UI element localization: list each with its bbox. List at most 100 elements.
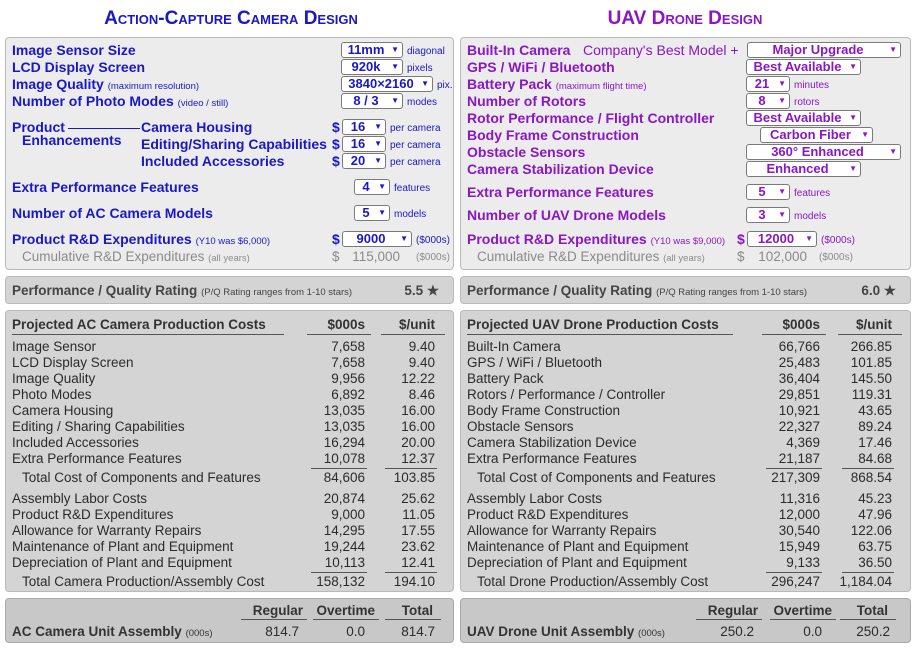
enhancement-select-0-value: 16 xyxy=(350,119,366,134)
cost-row-name: Image Quality xyxy=(12,371,96,386)
currency-symbol: $ xyxy=(332,136,340,152)
sum-underline xyxy=(311,572,367,573)
components-total-total: 217,309 xyxy=(771,470,820,485)
drone-camera-select[interactable]: Major Upgrade ▼ xyxy=(747,42,901,58)
drone-spec-select-6-value: Enhanced xyxy=(766,161,829,176)
components-total-name: Total Cost of Components and Features xyxy=(477,470,716,485)
drone-spec-select-6[interactable]: Enhanced ▼ xyxy=(746,161,861,177)
currency-symbol: $ xyxy=(332,231,340,247)
chevron-down-icon: ▼ xyxy=(849,113,857,122)
drone-spec-label-3: Rotor Performance / Flight Controller xyxy=(467,110,715,126)
drone-spec-select-0[interactable]: Best Available ▼ xyxy=(746,59,861,75)
chevron-down-icon: ▼ xyxy=(374,156,382,165)
enhancement-select-1[interactable]: 16 ▼ xyxy=(342,136,386,152)
camera-rd-select[interactable]: 9000 ▼ xyxy=(342,231,412,247)
sum-underline xyxy=(842,572,894,573)
drone-spec-select-3-value: Best Available xyxy=(753,110,842,125)
cost-row-name: Depreciation of Plant and Equipment xyxy=(12,555,232,570)
assembly-col-overtime: Overtime xyxy=(773,603,832,618)
star-icon: ★ xyxy=(883,283,896,298)
currency-symbol: $ xyxy=(332,119,340,135)
cost-row-per-unit: 122.06 xyxy=(850,523,892,538)
cost-row-per-unit: 16.00 xyxy=(401,403,435,418)
drone-spec-label-1: Battery Pack (maximum flight time) xyxy=(467,76,647,92)
drone-design-title: UAV Drone Design xyxy=(607,8,763,29)
cost-row-total: 10,113 xyxy=(324,555,365,570)
drone-models-unit: models xyxy=(794,211,827,222)
camera-rd-label: Product R&D Expenditures (Y10 was $6,000… xyxy=(12,231,271,247)
drone-spec-select-1-value: 21 xyxy=(754,76,770,91)
cost-row-per-unit: 25.62 xyxy=(401,491,435,506)
cost-row-per-unit: 89.24 xyxy=(858,419,892,434)
camera-spec-select-1[interactable]: 920k ▼ xyxy=(341,59,403,75)
cost-row-per-unit: 8.46 xyxy=(408,387,435,402)
cost-row-per-unit: 17.46 xyxy=(858,435,892,450)
drone-spec-select-4[interactable]: Carbon Fiber ▼ xyxy=(760,127,873,143)
camera-assembly-label: AC Camera Unit Assembly (000s) xyxy=(12,624,213,639)
cost-row-name: Product R&D Expenditures xyxy=(12,507,174,522)
cost-row-per-unit: 36.50 xyxy=(858,555,892,570)
cost-row-total: 25,483 xyxy=(778,355,820,370)
drone-extra-features-unit: features xyxy=(794,188,831,199)
chevron-down-icon: ▼ xyxy=(391,45,399,54)
cost-row-total: 21,187 xyxy=(778,451,820,466)
camera-spec-unit-1: pixels xyxy=(407,63,433,74)
drone-spec-select-1[interactable]: 21 ▼ xyxy=(746,76,790,92)
drone-spec-label-4: Body Frame Construction xyxy=(467,127,639,143)
assembly-total-value: 814.7 xyxy=(401,624,435,639)
camera-spec-select-3[interactable]: 8 / 3 ▼ xyxy=(341,93,403,109)
enhancement-unit-1: per camera xyxy=(390,140,441,151)
cost-row-per-unit: 23.62 xyxy=(401,539,435,554)
cost-row-total: 7,658 xyxy=(331,355,365,370)
camera-rd-unit: ($000s) xyxy=(416,235,450,246)
enhancement-select-0[interactable]: 16 ▼ xyxy=(342,119,386,135)
drone-spec-select-4-value: Carbon Fiber xyxy=(770,127,851,142)
cost-row-total: 7,658 xyxy=(331,339,365,354)
cost-row-name: LCD Display Screen xyxy=(12,355,134,370)
drone-extra-features-select[interactable]: 5 ▼ xyxy=(746,184,790,200)
chevron-down-icon: ▼ xyxy=(778,187,786,196)
drone-models-select[interactable]: 3 ▼ xyxy=(746,207,790,223)
drone-extra-features-label: Extra Performance Features xyxy=(467,184,654,200)
cost-row-total: 9,133 xyxy=(786,555,820,570)
enhancements-connector xyxy=(68,128,140,129)
cost-row-name: Product R&D Expenditures xyxy=(467,507,629,522)
grand-total-total: 296,247 xyxy=(771,574,820,589)
cost-row-per-unit: 9.40 xyxy=(408,355,435,370)
drone-rd-select[interactable]: 12000 ▼ xyxy=(747,231,817,247)
cost-row-per-unit: 63.75 xyxy=(858,539,892,554)
drone-cumulative-value: 102,000 xyxy=(758,249,807,264)
cost-row-total: 22,327 xyxy=(778,419,820,434)
grand-total-per-unit: 1,184.04 xyxy=(839,574,892,589)
cost-row-total: 14,295 xyxy=(323,523,365,538)
chevron-down-icon: ▼ xyxy=(849,164,857,173)
cost-row-per-unit: 17.55 xyxy=(401,523,435,538)
col-underline xyxy=(696,619,762,620)
enhancement-select-2[interactable]: 20 ▼ xyxy=(342,153,386,169)
drone-cumulative-label: Cumulative R&D Expenditures (all years) xyxy=(477,249,705,264)
drone-rating-label: Performance / Quality Rating (P/Q Rating… xyxy=(467,283,808,298)
camera-extra-features-select[interactable]: 4 ▼ xyxy=(354,179,390,195)
cost-row-name: Allowance for Warranty Repairs xyxy=(467,523,657,538)
camera-models-unit: models xyxy=(394,209,427,220)
drone-models-select-value: 3 xyxy=(758,207,766,222)
camera-models-select-value: 5 xyxy=(362,205,370,220)
cost-row-name: Assembly Labor Costs xyxy=(467,491,603,506)
cost-row-per-unit: 84.68 xyxy=(858,451,892,466)
camera-spec-select-2[interactable]: 3840×2160 ▼ xyxy=(341,76,433,92)
camera-models-select[interactable]: 5 ▼ xyxy=(354,205,390,221)
drone-spec-select-3[interactable]: Best Available ▼ xyxy=(746,110,861,126)
currency-symbol: $ xyxy=(737,231,745,247)
components-total-per-unit: 868.54 xyxy=(850,470,892,485)
cost-row-total: 29,851 xyxy=(778,387,820,402)
drone-spec-select-5[interactable]: 360° Enhanced ▼ xyxy=(746,144,901,160)
drone-costs-panel: Projected UAV Drone Production Costs $000… xyxy=(460,310,911,592)
cost-row-name: Camera Housing xyxy=(12,403,114,418)
cost-row-name: Extra Performance Features xyxy=(467,451,637,466)
assembly-total-value: 250.2 xyxy=(856,624,890,639)
drone-spec-select-2[interactable]: 8 ▼ xyxy=(746,93,790,109)
cost-row-name: Body Frame Construction xyxy=(467,403,621,418)
enhancement-unit-0: per camera xyxy=(390,123,441,134)
drone-costs-col-unit: $/unit xyxy=(856,317,892,332)
camera-spec-select-0[interactable]: 11mm ▼ xyxy=(341,42,403,58)
